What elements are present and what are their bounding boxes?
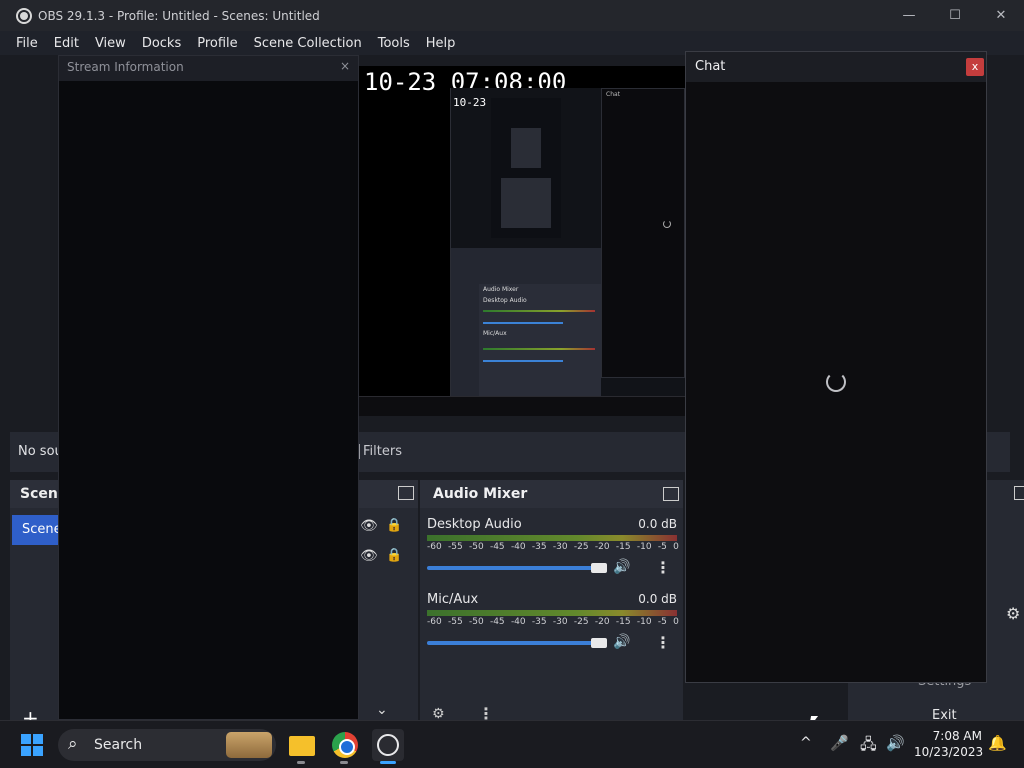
stream-information-title: Stream Information [67, 60, 184, 74]
nested-mixer-title: Audio Mixer [483, 286, 519, 293]
network-icon[interactable]: 🖧 [860, 734, 877, 759]
microphone-icon[interactable]: 🎤 [830, 734, 849, 752]
volume-icon[interactable]: 🔊 [886, 734, 905, 752]
windows-start-icon[interactable] [21, 734, 43, 756]
search-highlight-image [226, 732, 272, 758]
channel-menu-icon[interactable]: ⋮ [655, 633, 671, 652]
window-title: OBS 29.1.3 - Profile: Untitled - Scenes:… [38, 8, 320, 23]
menu-scene-collection[interactable]: Scene Collection [246, 36, 370, 51]
search-label: Search [94, 737, 143, 753]
undock-icon[interactable] [1014, 486, 1024, 500]
taskbar: ⌕ Search ^ 🎤 🖧 🔊 7:08 AM 10/23/2023 🔔 [0, 720, 1024, 768]
running-indicator [340, 761, 348, 764]
title-bar: OBS 29.1.3 - Profile: Untitled - Scenes:… [0, 0, 1024, 31]
chat-dock: Chat x [685, 51, 987, 683]
sources-dock: 👁 🔒 👁 🔒 ⌄ [358, 480, 418, 720]
search-icon: ⌕ [68, 734, 78, 754]
lock-icon[interactable]: 🔒 [386, 518, 402, 533]
active-indicator [380, 761, 396, 764]
speaker-icon[interactable]: 🔊 [613, 559, 630, 575]
volume-slider[interactable] [427, 641, 607, 645]
nested-chat: Chat [601, 88, 685, 378]
preview-canvas[interactable]: 10-23 07:08:00 10-23 07:08:00 Chat Audio… [358, 66, 685, 416]
filters-button[interactable]: Filters [358, 444, 402, 459]
scenes-header: Scene [10, 480, 67, 508]
audio-mixer-title: Audio Mixer [433, 486, 528, 502]
clock-time[interactable]: 7:08 AM [932, 729, 982, 743]
channel-name: Mic/Aux [427, 592, 479, 607]
volume-slider-thumb[interactable] [591, 638, 607, 648]
menu-docks[interactable]: Docks [134, 36, 189, 51]
scene-item[interactable]: Scene [12, 515, 62, 545]
stream-information-header[interactable]: Stream Information × [59, 56, 358, 81]
meter-scale: -60 -55 -50 -45 -40 -35 -30 -25 -20 -15 -10 -5 0 [427, 542, 679, 552]
audio-mixer-header: Audio Mixer [420, 480, 683, 508]
channel-db: 0.0 dB [638, 592, 677, 606]
chrome-icon[interactable] [329, 729, 361, 761]
undock-icon[interactable] [398, 486, 414, 500]
nested-preview: 10-23 07:08:00 Chat Audio Mixer Desktop … [450, 88, 685, 416]
window-controls: — ☐ ✕ [886, 0, 1024, 31]
chat-header[interactable]: Chat x [686, 52, 986, 82]
chevron-down-icon[interactable]: ⌄ [376, 702, 388, 718]
channel-menu-icon[interactable]: ⋮ [655, 558, 671, 577]
channel-db: 0.0 dB [638, 517, 677, 531]
volume-slider-thumb[interactable] [591, 563, 607, 573]
obs-icon [16, 7, 32, 24]
minimize-button[interactable]: — [886, 0, 932, 31]
gear-icon[interactable]: ⚙ [1006, 604, 1020, 623]
menu-profile[interactable]: Profile [189, 36, 245, 51]
loading-spinner-icon [826, 372, 846, 392]
volume-meter [427, 535, 677, 541]
sources-header [358, 480, 418, 508]
volume-meter [427, 610, 677, 616]
nested-mic-label: Mic/Aux [483, 330, 507, 337]
close-button[interactable]: ✕ [978, 0, 1024, 31]
nested-recursion [491, 98, 561, 238]
obs-taskbar-icon[interactable] [372, 729, 404, 761]
maximize-button[interactable]: ☐ [932, 0, 978, 31]
running-indicator [297, 761, 305, 764]
menu-tools[interactable]: Tools [370, 36, 418, 51]
menu-view[interactable]: View [87, 36, 134, 51]
visibility-icon[interactable]: 👁 [360, 548, 378, 564]
nested-spinner [663, 220, 671, 228]
channel-name: Desktop Audio [427, 517, 522, 532]
chevron-up-icon[interactable]: ^ [800, 735, 812, 751]
nested-taskbar [358, 396, 685, 416]
menu-help[interactable]: Help [418, 36, 464, 51]
nested-chat-title: Chat [606, 91, 621, 98]
stream-information-dock: Stream Information × [58, 55, 359, 720]
menu-edit[interactable]: Edit [46, 36, 87, 51]
taskbar-search[interactable]: ⌕ Search [58, 729, 276, 761]
notification-bell-icon[interactable]: 🔔 [988, 734, 1007, 752]
nested-audio-mixer: Audio Mixer Desktop Audio Mic/Aux [479, 284, 601, 396]
visibility-icon[interactable]: 👁 [360, 518, 378, 534]
chat-title: Chat [695, 59, 726, 74]
speaker-icon[interactable]: 🔊 [613, 634, 630, 650]
menu-file[interactable]: File [0, 36, 46, 51]
close-icon[interactable]: × [340, 59, 350, 73]
undock-icon[interactable] [663, 487, 679, 501]
meter-scale: -60 -55 -50 -45 -40 -35 -30 -25 -20 -15 -10 -5 0 [427, 617, 679, 627]
audio-mixer-dock: Audio Mixer Desktop Audio 0.0 dB -60 -55-… [420, 480, 683, 723]
no-source-label: No sou [18, 444, 63, 459]
clock-date[interactable]: 10/23/2023 [914, 745, 983, 759]
file-explorer-icon[interactable] [286, 729, 318, 761]
nested-desktop-label: Desktop Audio [483, 297, 527, 304]
lock-icon[interactable]: 🔒 [386, 548, 402, 563]
volume-slider[interactable] [427, 566, 607, 570]
scenes-dock: Scene Scene + [10, 480, 67, 730]
close-icon[interactable]: x [966, 58, 984, 76]
